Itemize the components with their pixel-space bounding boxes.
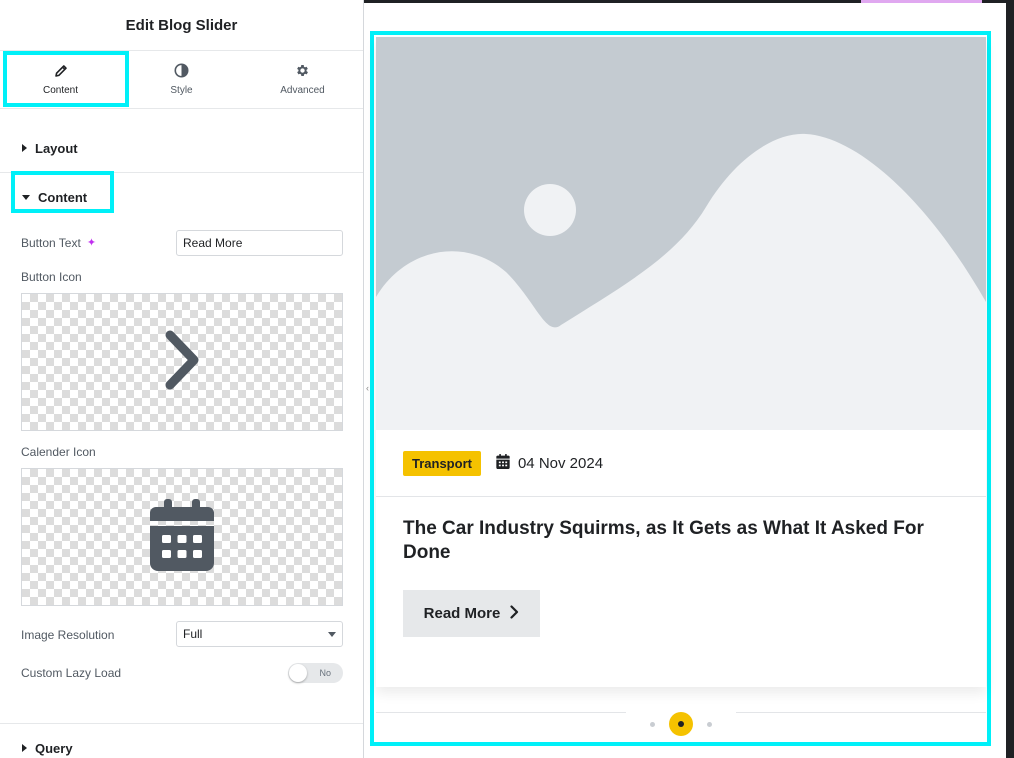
category-badge[interactable]: Transport xyxy=(403,451,481,476)
tab-style[interactable]: Style xyxy=(121,51,242,108)
panel-tabs: Content Style Advanced xyxy=(0,51,363,109)
section-layout[interactable]: Layout xyxy=(0,140,100,156)
blog-post-card: Transport 04 Nov 2024 The Car Industry S… xyxy=(376,37,986,687)
button-text-label-text: Button Text xyxy=(21,236,81,250)
read-more-label: Read More xyxy=(423,605,501,622)
calendar-icon xyxy=(150,498,214,576)
button-icon-label: Button Icon xyxy=(21,270,82,284)
divider xyxy=(0,172,363,173)
preview-top-accent xyxy=(861,0,982,3)
section-content[interactable]: Content xyxy=(0,189,109,205)
button-icon-picker[interactable] xyxy=(21,293,343,431)
divider xyxy=(0,723,363,724)
post-title[interactable]: The Car Industry Squirms, as It Gets as … xyxy=(403,517,943,565)
toggle-knob xyxy=(289,664,307,682)
image-resolution-select[interactable]: Full xyxy=(176,621,343,647)
tab-content[interactable]: Content xyxy=(0,51,121,108)
read-more-button[interactable]: Read More xyxy=(403,590,540,637)
section-query[interactable]: Query xyxy=(0,740,95,756)
caret-right-icon xyxy=(22,144,27,152)
calendar-icon-label: Calender Icon xyxy=(21,445,96,459)
gear-icon xyxy=(295,63,310,78)
panel-collapse-handle[interactable]: ‹ xyxy=(366,383,369,393)
pencil-icon xyxy=(54,64,68,78)
app: Edit Blog Slider Content Style Advanced xyxy=(0,0,1014,758)
chevron-right-icon xyxy=(510,604,519,623)
pagination-dot-1[interactable] xyxy=(650,721,655,727)
editor-panel: Edit Blog Slider Content Style Advanced xyxy=(0,0,364,758)
section-query-label: Query xyxy=(35,740,73,756)
tab-advanced-label: Advanced xyxy=(280,85,325,96)
card-divider xyxy=(376,496,986,497)
calendar-icon xyxy=(496,454,510,473)
preview-edge xyxy=(1006,3,1014,758)
post-meta: Transport 04 Nov 2024 xyxy=(403,451,603,476)
lazy-load-toggle-label: No xyxy=(319,668,331,678)
button-text-input[interactable] xyxy=(176,230,343,256)
tab-advanced[interactable]: Advanced xyxy=(242,51,363,108)
section-content-label: Content xyxy=(38,189,88,205)
image-resolution-value: Full xyxy=(183,627,203,641)
post-date: 04 Nov 2024 xyxy=(496,454,603,473)
calendar-icon-picker[interactable] xyxy=(21,468,343,606)
caret-right-icon xyxy=(22,744,27,752)
post-image-placeholder xyxy=(376,37,986,430)
image-placeholder-icon xyxy=(376,37,986,430)
slider-pagination xyxy=(626,710,736,738)
pagination-dot-3[interactable] xyxy=(707,721,712,727)
tab-content-label: Content xyxy=(42,84,79,96)
chevron-right-icon xyxy=(162,329,202,396)
caret-down-icon xyxy=(22,194,30,200)
chevron-down-icon xyxy=(328,631,336,637)
button-text-label: Button Text ✦ xyxy=(21,236,96,250)
tab-style-label: Style xyxy=(170,85,193,96)
image-resolution-label: Image Resolution xyxy=(21,628,115,642)
lazy-load-toggle[interactable]: No xyxy=(288,663,343,683)
lazy-load-label: Custom Lazy Load xyxy=(21,666,122,680)
half-circle-icon xyxy=(174,63,189,78)
panel-title: Edit Blog Slider xyxy=(0,0,363,51)
post-date-text: 04 Nov 2024 xyxy=(517,455,604,472)
ai-sparkle-icon[interactable]: ✦ xyxy=(87,237,96,249)
pagination-dot-2[interactable] xyxy=(669,712,693,736)
section-layout-label: Layout xyxy=(35,140,78,156)
